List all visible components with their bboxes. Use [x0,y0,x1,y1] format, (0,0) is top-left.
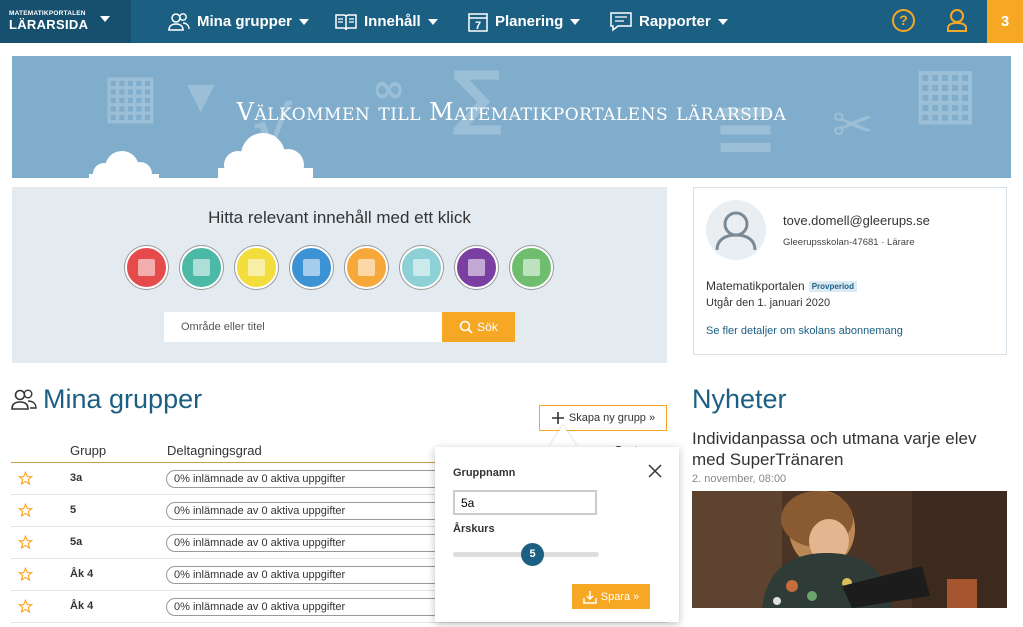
profile-school: Gleerupsskolan-47681 · Lärare [783,237,915,248]
groups-section-title: Mina grupper [11,384,202,415]
column-header-participation[interactable]: Deltagningsgrad [167,443,262,458]
save-icon [582,590,597,604]
notification-badge[interactable]: 3 [987,0,1023,43]
star-icon[interactable] [18,471,33,486]
video-icon[interactable] [235,246,278,289]
brand-line-2: LÄRARSIDA [9,17,89,32]
search-button-label: Sök [477,320,498,334]
nav-planering[interactable]: 7 Planering [468,0,581,43]
search-button[interactable]: Sök [442,312,515,342]
nav-innehall[interactable]: Innehåll [335,0,438,43]
calendar-icon: 7 [468,12,488,32]
close-icon[interactable] [647,463,663,479]
profile-portal: Matematikportalen Provperiod [706,279,857,293]
avatar [706,200,766,260]
group-name-label: Gruppnamn [453,467,516,479]
chevron-down-icon [717,18,728,25]
participation-bar: 0% inlämnade av 0 aktiva uppgifter [166,534,466,552]
news-image[interactable] [692,491,1007,608]
svg-text:7: 7 [475,20,481,32]
users-icon [11,389,37,410]
create-group-popup: Gruppnamn Årskurs 5 Spara » [435,447,679,622]
chevron-down-icon [299,18,310,25]
grade-label: Årskurs [453,523,495,535]
calculator-icon[interactable] [180,246,223,289]
report-icon [610,11,632,32]
search-panel: Hitta relevant innehåll med ett klick Sö… [12,187,667,363]
geometry-icon[interactable] [290,246,333,289]
banner-decoration: ≡ [712,81,780,174]
participation-bar: 0% inlämnade av 0 aktiva uppgifter [166,598,466,616]
grade-slider-handle[interactable]: 5 [521,543,544,566]
search-input[interactable] [164,312,442,342]
participation-bar: 0% inlämnade av 0 aktiva uppgifter [166,502,466,520]
group-name[interactable]: 3a [70,472,82,484]
column-header-group[interactable]: Grupp [70,443,106,458]
gears-icon[interactable] [510,246,553,289]
profile-card: tove.domell@gleerups.se Gleerupsskolan-4… [693,187,1007,355]
user-icon[interactable] [946,8,968,37]
chevron-down-icon [427,18,438,25]
cloud-decoration [218,133,313,178]
cone-icon[interactable] [345,246,388,289]
subscription-expiry: Utgår den 1. januari 2020 [706,297,831,309]
help-icon[interactable]: ? [892,9,915,32]
banner-title: Välkommen till Matematikportalens lärars… [236,98,787,126]
group-name[interactable]: Åk 4 [70,568,93,580]
save-button[interactable]: Spara » [572,584,650,609]
group-name[interactable]: 5a [70,536,82,548]
news-date: 2. november, 08:00 [692,473,787,485]
nav-rapporter[interactable]: Rapporter [610,0,728,43]
chart-icon[interactable] [455,246,498,289]
save-button-label: Spara » [600,590,640,603]
subscription-details-link[interactable]: Se fler detaljer om skolans abonnemang [706,325,903,337]
nav-innehall-label: Innehåll [364,13,421,30]
nav-mina-grupper-label: Mina grupper [197,13,293,30]
user-avatar-icon [715,211,757,251]
portal-name: Matematikportalen [706,279,805,293]
participation-bar: 0% inlämnade av 0 aktiva uppgifter [166,470,466,488]
brand-chevron-down-icon[interactable] [100,16,110,22]
search-icon [459,320,473,334]
welcome-banner: ▦ ▼ ∞ ∑ ≡ ✂ ▦ √ Välkommen till Matematik… [12,56,1011,178]
brand-logo[interactable]: MATEMATIKPORTALEN LÄRARSIDA [0,0,131,43]
star-icon[interactable] [18,599,33,614]
cloud-decoration [89,151,159,178]
chevron-down-icon [570,18,581,25]
top-navigation: MATEMATIKPORTALEN LÄRARSIDA Mina grupper… [0,0,1023,43]
news-headline[interactable]: Individanpassa och utmana varje elev med… [692,428,1012,470]
layers-icon[interactable] [125,246,168,289]
book-icon [335,13,357,30]
participation-bar: 0% inlämnade av 0 aktiva uppgifter [166,566,466,584]
star-icon[interactable] [18,503,33,518]
news-section-title: Nyheter [692,384,787,414]
star-icon[interactable] [18,535,33,550]
groups-title-label: Mina grupper [43,384,203,414]
plus-icon [551,412,564,424]
star-icon[interactable] [18,567,33,582]
trial-badge: Provperiod [808,281,857,292]
group-name-input[interactable] [453,490,597,515]
group-name[interactable]: Åk 4 [70,600,93,612]
users-icon [168,12,190,31]
nav-rapporter-label: Rapporter [639,13,711,30]
brand-line-1: MATEMATIKPORTALEN [9,10,86,17]
search-heading: Hitta relevant innehåll med ett klick [208,208,471,227]
popup-arrow [549,425,577,447]
profile-email: tove.domell@gleerups.se [783,213,930,228]
nav-mina-grupper[interactable]: Mina grupper [168,0,310,43]
create-group-label: Skapa ny grupp » [568,412,656,424]
worksheet-icon[interactable] [400,246,443,289]
group-name[interactable]: 5 [70,504,76,516]
nav-planering-label: Planering [495,13,564,30]
